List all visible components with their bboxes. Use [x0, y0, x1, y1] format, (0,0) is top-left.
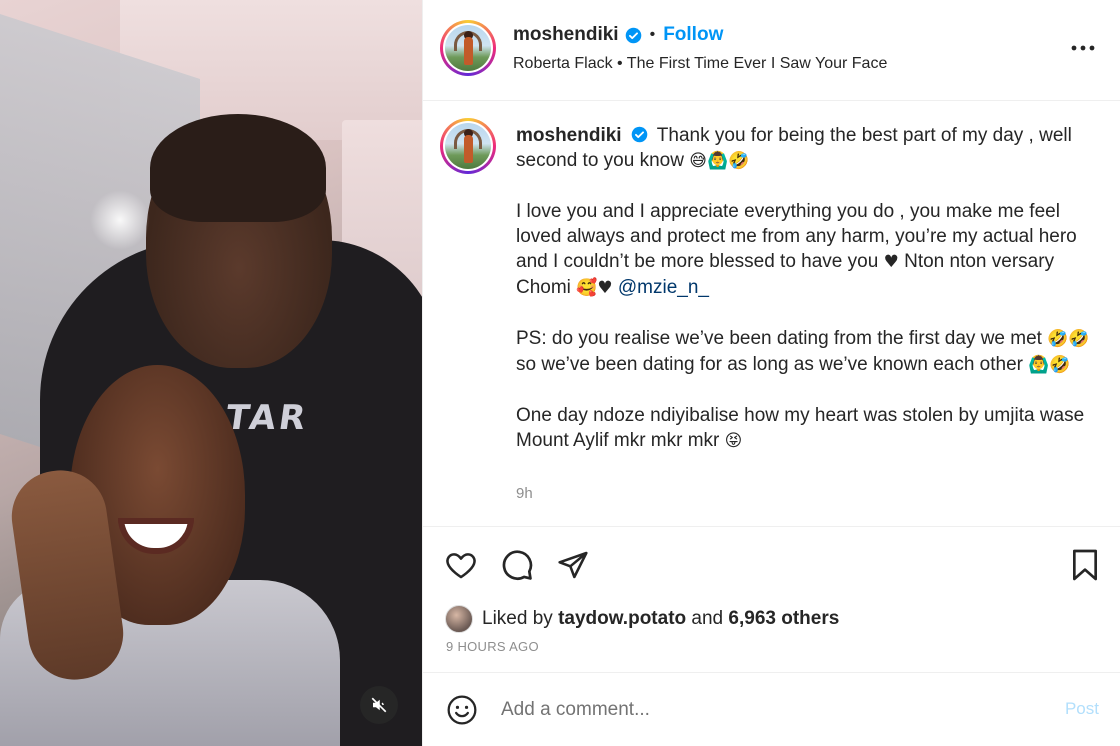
- mention-link[interactable]: @mzie_n_: [618, 277, 709, 298]
- caption-emojis-3: 🤣🤣: [1047, 329, 1090, 349]
- post-video[interactable]: TAR: [0, 0, 422, 746]
- caption-paragraph-3-continued: so we’ve been dating for as long as we’v…: [516, 354, 1023, 375]
- likes-others-count[interactable]: 6,963 others: [728, 608, 839, 630]
- like-button[interactable]: [443, 547, 479, 583]
- heart-emoji: ♥: [883, 252, 899, 272]
- audio-track-link[interactable]: Roberta Flack • The First Time Ever I Sa…: [513, 55, 887, 73]
- save-button[interactable]: [1067, 547, 1103, 583]
- likes-summary: Liked by taydow.potato and 6,963 others: [445, 605, 839, 633]
- add-comment-section: Post: [423, 673, 1120, 746]
- post-comment-button[interactable]: Post: [1065, 699, 1099, 719]
- mute-toggle-button[interactable]: [360, 686, 398, 724]
- caption-emojis-1: 😅🙆‍♂️🤣: [689, 151, 750, 171]
- likes-and: and: [691, 608, 724, 629]
- author-avatar[interactable]: [440, 20, 496, 76]
- caption-emojis-2: 🥰♥: [576, 278, 613, 298]
- emoji-picker-button[interactable]: [445, 693, 479, 727]
- caption-paragraph-4: One day ndoze ndiyibalise how my heart w…: [516, 405, 1085, 451]
- liker-avatar[interactable]: [445, 605, 473, 633]
- header-separator: •: [649, 26, 656, 43]
- video-subject-boy-hair: [150, 114, 326, 222]
- share-icon: [558, 551, 588, 579]
- share-button[interactable]: [555, 547, 591, 583]
- liker-username[interactable]: taydow.potato: [558, 608, 686, 630]
- more-options-button[interactable]: [1069, 34, 1097, 62]
- comment-icon: [502, 550, 533, 580]
- author-username[interactable]: moshendiki: [513, 24, 619, 46]
- caption-emojis-4: 🙆‍♂️🤣: [1028, 355, 1071, 375]
- post-actions-bar: Liked by taydow.potato and 6,963 others …: [423, 527, 1120, 673]
- posted-time: 9 HOURS AGO: [446, 639, 539, 654]
- heart-icon: [446, 553, 476, 579]
- comment-button[interactable]: [499, 547, 535, 583]
- more-options-icon: [1071, 45, 1095, 51]
- hoodie-print-text: TAR: [223, 398, 311, 438]
- follow-button[interactable]: Follow: [663, 24, 723, 46]
- verified-badge-icon: [631, 126, 648, 143]
- likes-prefix: Liked by: [482, 608, 553, 629]
- caption-username[interactable]: moshendiki: [516, 125, 622, 146]
- comment-input[interactable]: [501, 695, 1041, 725]
- verified-badge-icon: [625, 27, 642, 44]
- post-caption-section: moshendiki Thank you for being the best …: [423, 101, 1120, 527]
- caption-text: moshendiki Thank you for being the best …: [516, 123, 1096, 479]
- post-details-panel: moshendiki • Follow Roberta Flack • The …: [422, 0, 1120, 746]
- caption-paragraph-3: PS: do you realise we’ve been dating fro…: [516, 328, 1042, 349]
- emoji-icon: [447, 695, 477, 725]
- caption-timestamp[interactable]: 9h: [516, 485, 533, 502]
- muted-audio-icon: [371, 697, 387, 713]
- video-light-glare: [90, 190, 150, 250]
- bookmark-icon: [1073, 549, 1097, 581]
- post-header: moshendiki • Follow Roberta Flack • The …: [423, 0, 1120, 101]
- caption-emoji-5: 😝: [724, 431, 743, 451]
- caption-author-avatar[interactable]: [440, 118, 496, 174]
